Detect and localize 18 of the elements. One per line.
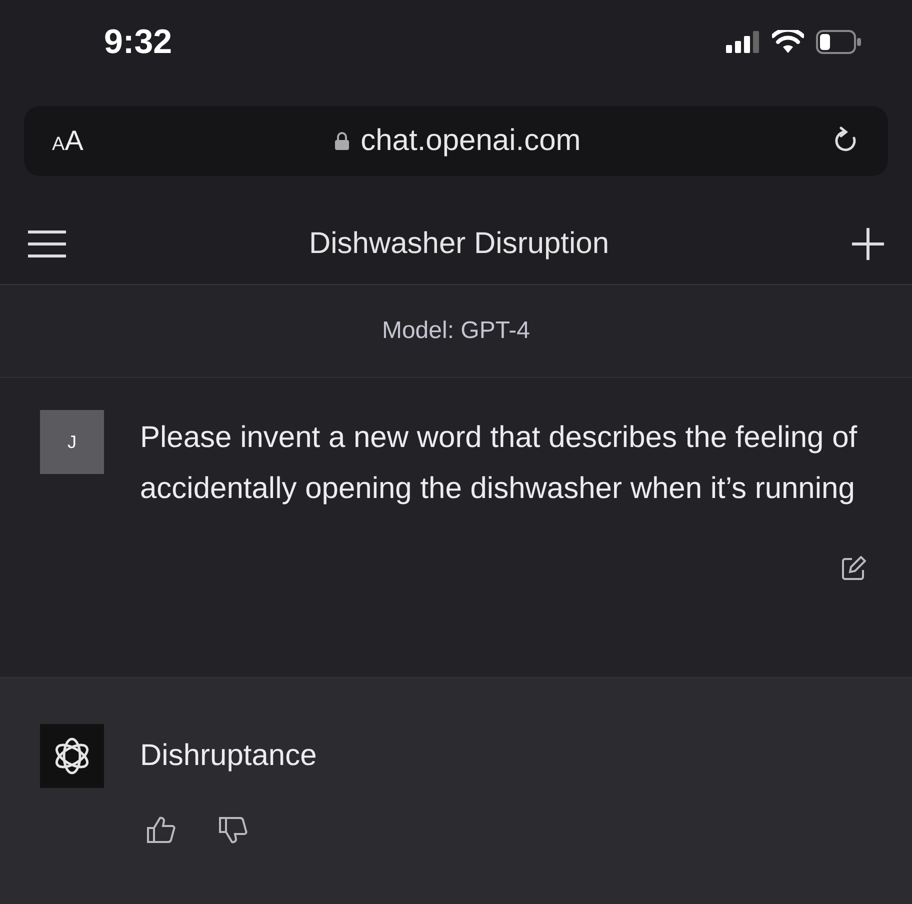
signal-icon: [726, 31, 760, 53]
thumbs-down-icon[interactable]: [218, 816, 248, 844]
url-text: chat.openai.com: [360, 124, 581, 158]
edit-icon[interactable]: [840, 556, 866, 582]
address-bar[interactable]: AA chat.openai.com: [24, 106, 888, 176]
menu-icon[interactable]: [28, 230, 66, 258]
message-text: Please invent a new word that describes the feeling of accidentally opening the dishwasher when it’s running: [140, 420, 858, 507]
battery-icon: [816, 30, 862, 54]
user-avatar: J: [40, 410, 104, 474]
new-chat-icon[interactable]: [852, 228, 884, 260]
text-size-button[interactable]: AA: [52, 125, 84, 157]
chat-title: Dishwasher Disruption: [308, 227, 610, 261]
thumbs-up-icon[interactable]: [146, 816, 176, 844]
message-text: Dishruptance: [140, 738, 317, 774]
status-time: 9:32: [104, 22, 172, 62]
lock-icon: [334, 132, 349, 150]
wifi-icon: [772, 30, 804, 54]
model-label: Model: GPT-4: [382, 317, 530, 345]
